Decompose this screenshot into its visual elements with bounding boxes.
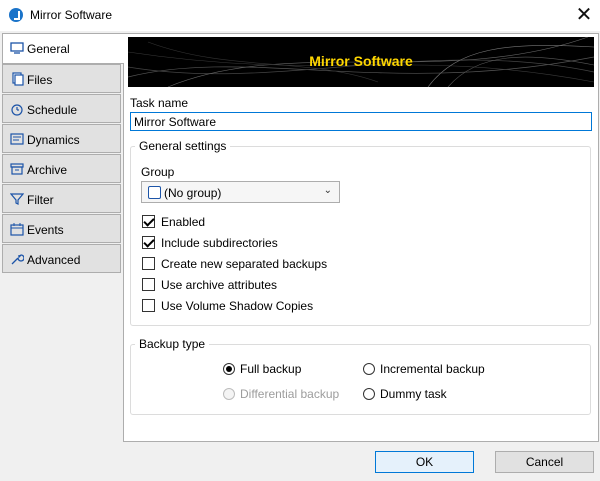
general-settings-legend: General settings (135, 139, 231, 153)
app-icon (9, 8, 23, 22)
cancel-button[interactable]: Cancel (495, 451, 594, 473)
window-title: Mirror Software (30, 8, 113, 22)
monitor-icon (10, 42, 24, 54)
tab-events[interactable]: Events (2, 214, 121, 243)
tab-label: Archive (27, 163, 68, 177)
group-select[interactable]: (No group) ⌄ (141, 181, 340, 203)
volume-shadow-copies-label: Use Volume Shadow Copies (161, 299, 314, 313)
chevron-down-icon: ⌄ (323, 185, 332, 196)
incremental-backup-radio[interactable] (363, 363, 375, 375)
task-name-label: Task name (130, 96, 189, 110)
archive-icon (10, 163, 24, 175)
group-color-icon (148, 186, 161, 199)
banner-title: Mirror Software (309, 53, 413, 69)
filter-icon (10, 193, 24, 205)
tab-label: Events (27, 223, 64, 237)
title-bar: Mirror Software ✕ (0, 0, 600, 31)
enabled-label: Enabled (161, 215, 206, 229)
dummy-task-label: Dummy task (380, 387, 447, 401)
enabled-checkbox[interactable] (142, 215, 155, 228)
tab-label: Dynamics (27, 133, 80, 147)
dummy-task-radio[interactable] (363, 388, 375, 400)
task-name-input[interactable] (130, 112, 592, 131)
full-backup-radio[interactable] (223, 363, 235, 375)
dynamics-icon (10, 133, 24, 145)
banner: Mirror Software (128, 37, 594, 87)
tab-label: Filter (27, 193, 54, 207)
files-icon (12, 72, 24, 86)
include-subdirectories-label: Include subdirectories (161, 236, 278, 250)
incremental-backup-label: Incremental backup (380, 362, 485, 376)
ok-button[interactable]: OK (375, 451, 474, 473)
tab-filter[interactable]: Filter (2, 184, 121, 213)
wrench-icon (11, 254, 24, 265)
backup-type-legend: Backup type (135, 337, 210, 351)
close-button[interactable]: ✕ (571, 2, 597, 28)
full-backup-label: Full backup (240, 362, 302, 376)
tab-dynamics[interactable]: Dynamics (2, 124, 121, 153)
tab-label: Advanced (27, 253, 81, 267)
tab-label: Files (27, 73, 53, 87)
tab-general[interactable]: General (2, 33, 124, 64)
tab-schedule[interactable]: Schedule (2, 94, 121, 123)
include-subdirectories-checkbox[interactable] (142, 236, 155, 249)
calendar-icon (10, 223, 24, 236)
alarm-clock-icon (11, 104, 23, 116)
create-separated-backups-checkbox[interactable] (142, 257, 155, 270)
tab-label: General (27, 42, 70, 56)
tab-advanced[interactable]: Advanced (2, 244, 121, 273)
group-select-value: (No group) (164, 186, 222, 200)
volume-shadow-copies-checkbox[interactable] (142, 299, 155, 312)
differential-backup-radio (223, 388, 235, 400)
differential-backup-label: Differential backup (240, 387, 340, 401)
tab-archive[interactable]: Archive (2, 154, 121, 183)
archive-attributes-label: Use archive attributes (161, 278, 278, 292)
backup-type-group (130, 344, 591, 415)
tab-files[interactable]: Files (2, 64, 121, 93)
create-separated-backups-label: Create new separated backups (161, 257, 328, 271)
tab-label: Schedule (27, 103, 78, 117)
archive-attributes-checkbox[interactable] (142, 278, 155, 291)
group-label: Group (141, 165, 175, 179)
